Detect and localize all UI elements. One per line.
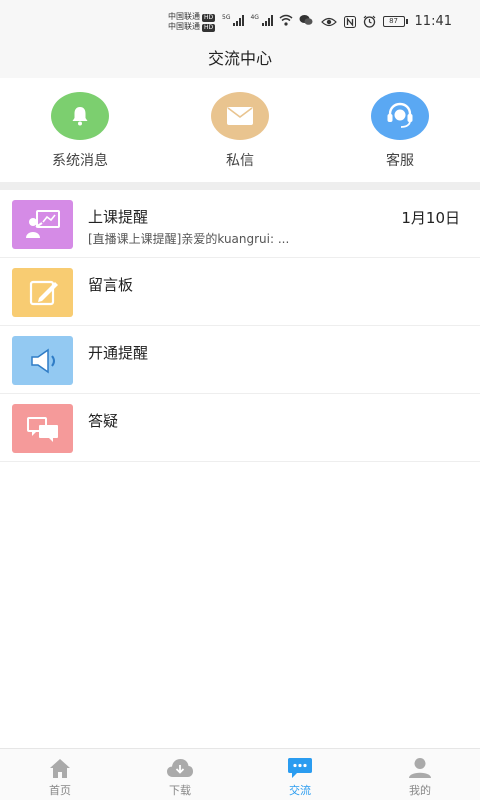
list-item-subtitle: [直播课上课提醒]亲爱的kuangrui: ...	[88, 232, 290, 246]
headset-icon	[371, 92, 429, 140]
chat-bubbles-icon	[12, 404, 73, 453]
list-item-class-reminder[interactable]: 上课提醒 [直播课上课提醒]亲爱的kuangrui: ... 1月10日	[0, 190, 480, 258]
page-title: 交流中心	[207, 49, 272, 68]
list-item-date: 1月10日	[401, 209, 460, 227]
eye-icon	[320, 17, 337, 26]
speaker-icon	[12, 336, 73, 385]
tab-profile[interactable]: 我的	[360, 749, 480, 800]
status-right: 87 11:41	[320, 14, 452, 29]
list-item-activation-reminder[interactable]: 开通提醒	[0, 326, 480, 394]
list-item-title: 开通提醒	[88, 344, 149, 362]
list-item-title: 上课提醒	[88, 208, 149, 226]
carrier-info: 中国联通 HD 中国联通 HD	[168, 12, 216, 32]
home-icon	[48, 756, 72, 780]
list-item-message-board[interactable]: 留言板	[0, 258, 480, 326]
notepad-pencil-icon	[12, 268, 73, 317]
envelope-icon	[211, 92, 269, 140]
quick-action-label: 客服	[386, 153, 414, 169]
tab-label: 交流	[289, 784, 311, 797]
hd-badge-2: HD	[202, 24, 216, 32]
quick-action-label: 私信	[226, 153, 254, 169]
network-label-1: 5G	[222, 14, 231, 21]
list-item-title: 答疑	[88, 412, 119, 430]
carrier-1: 中国联通	[168, 12, 200, 21]
bell-icon	[51, 92, 109, 140]
message-list: 上课提醒 [直播课上课提醒]亲爱的kuangrui: ... 1月10日 留言板…	[0, 190, 480, 462]
signal-bars-icon	[261, 14, 273, 26]
hd-badge-1: HD	[202, 14, 216, 22]
quick-actions: 系统消息 私信 客服	[0, 78, 480, 182]
tab-label: 首页	[49, 784, 71, 797]
nfc-icon	[343, 15, 356, 28]
tab-home[interactable]: 首页	[0, 749, 120, 800]
list-item-title: 留言板	[88, 276, 134, 294]
tab-download[interactable]: 下载	[120, 749, 240, 800]
clock-time: 11:41	[414, 14, 452, 29]
chat-dots-icon	[287, 756, 313, 780]
tab-label: 我的	[409, 784, 431, 797]
title-bar: 交流中心	[0, 44, 480, 78]
battery-level: 87	[382, 16, 405, 27]
quick-action-system-messages[interactable]: 系统消息	[0, 78, 160, 182]
bottom-tab-bar: 首页 下载 交流 我的	[0, 748, 480, 800]
tab-label: 下载	[169, 784, 191, 797]
network-label-2: 4G	[250, 14, 259, 21]
quick-action-label: 系统消息	[52, 153, 108, 169]
battery-icon: 87	[382, 16, 408, 27]
teacher-board-icon	[12, 200, 73, 249]
wechat-icon	[299, 15, 313, 25]
list-item-qa[interactable]: 答疑	[0, 394, 480, 462]
carrier-2: 中国联通	[168, 22, 200, 31]
section-divider	[0, 182, 480, 190]
signal-group: 5G 4G	[222, 14, 313, 26]
quick-action-private-messages[interactable]: 私信	[160, 78, 320, 182]
cloud-download-icon	[166, 756, 194, 780]
quick-action-customer-service[interactable]: 客服	[320, 78, 480, 182]
signal-bars-icon	[233, 14, 245, 26]
user-icon	[408, 756, 432, 780]
tab-community[interactable]: 交流	[240, 749, 360, 800]
status-bar: 中国联通 HD 中国联通 HD 5G 4G 87 11:41	[0, 0, 480, 44]
wifi-icon	[279, 14, 293, 26]
alarm-icon	[363, 15, 375, 28]
